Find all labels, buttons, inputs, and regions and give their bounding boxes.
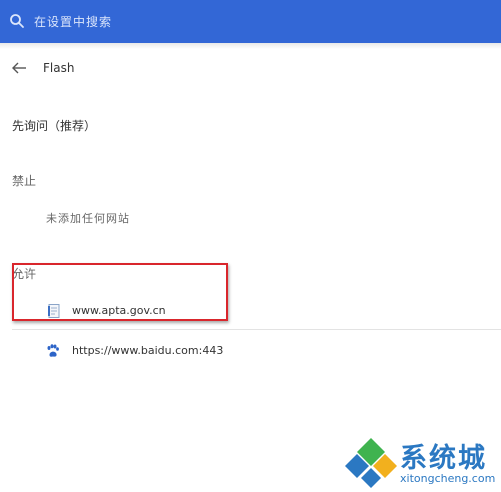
search-input[interactable]: 在设置中搜索 — [34, 13, 112, 30]
watermark-brand: 系统城 — [400, 443, 487, 474]
ask-first-option[interactable]: 先询问（推荐） — [12, 117, 96, 134]
search-icon — [10, 14, 24, 28]
block-section-label: 禁止 — [12, 174, 37, 188]
allowed-site-row[interactable]: https://www.baidu.com:443 — [12, 334, 501, 370]
red-highlight-annotation — [12, 263, 228, 321]
site-url: https://www.baidu.com:443 — [72, 344, 224, 357]
baidu-paw-icon — [47, 344, 59, 357]
watermark-domain: xitongcheng.com — [400, 472, 496, 485]
row-divider — [12, 329, 501, 330]
settings-search-bar: 在设置中搜索 — [0, 0, 501, 43]
watermark: 系统城 xitongcheng.com — [345, 434, 495, 490]
back-arrow-icon[interactable] — [10, 58, 30, 78]
block-empty-text: 未添加任何网站 — [46, 212, 130, 225]
page-title: Flash — [43, 61, 75, 75]
topbar-shadow — [0, 43, 501, 49]
watermark-logo-icon — [345, 438, 397, 488]
